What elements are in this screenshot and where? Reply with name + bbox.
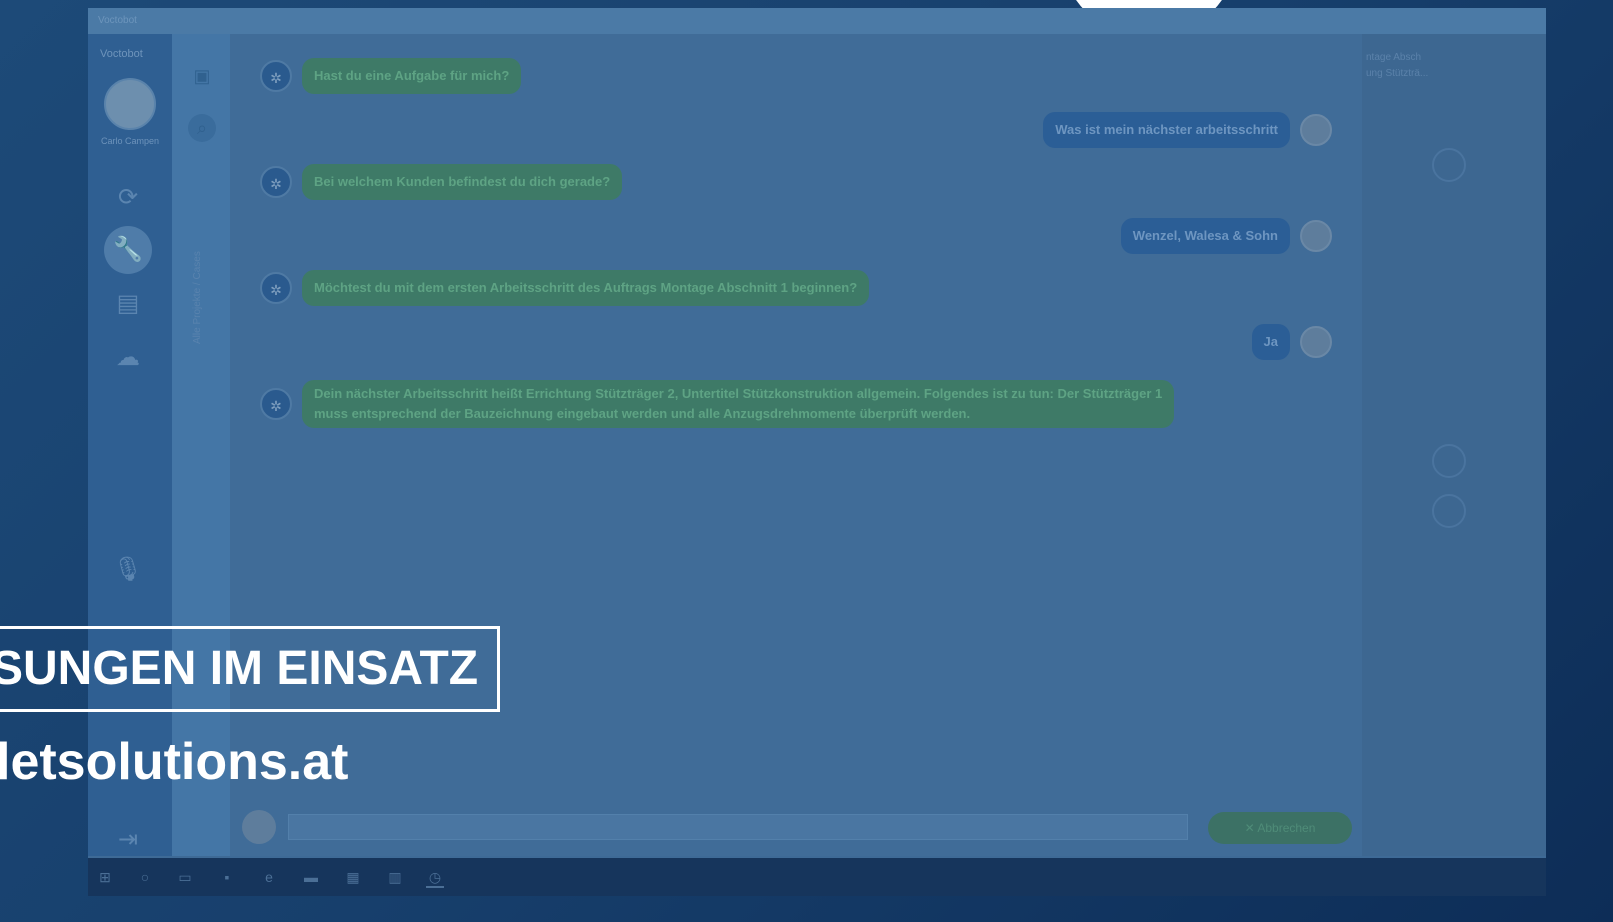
bot-bubble: Bei welchem Kunden befindest du dich ger… (302, 164, 623, 200)
logout-icon[interactable]: ⇥ (110, 822, 146, 858)
bot-avatar: ✲ (260, 166, 292, 198)
task-title-line: ung Stützträ... (1366, 68, 1429, 79)
bot-bubble: Hast du eine Aufgabe für mich? (302, 58, 522, 94)
app-logo: Voctobot (100, 48, 143, 60)
bot-bubble-line: muss entsprechend der Bauzeichnung einge… (314, 406, 971, 421)
overlay-url: letsolutions.at (0, 733, 349, 791)
close-icon: ✕ (1244, 821, 1258, 835)
chat-area: ✲ Hast du eine Aufgabe für mich? Was ist… (230, 34, 1362, 856)
taskbar: ⊞ ○ ▭ ▪ e ▬ ▦ ▥ ◷ (88, 858, 1546, 896)
sync-icon[interactable]: ⟳ (110, 180, 146, 216)
chat-message-bot: ✲ Hast du eine Aufgabe für mich? (260, 58, 522, 94)
bot-avatar: ✲ (260, 388, 292, 420)
store-icon[interactable]: ▦ (344, 868, 362, 886)
edge-icon[interactable]: e (260, 868, 278, 886)
window-title: Voctobot (98, 15, 137, 26)
bot-avatar: ✲ (260, 60, 292, 92)
cloud-icon[interactable] (1432, 148, 1466, 182)
clipboard-icon[interactable]: ▤ (110, 286, 146, 322)
document-icon[interactable]: ▥ (386, 868, 404, 886)
message-input[interactable] (288, 814, 1188, 840)
bot-bubble-line: Dein nächster Arbeitsschritt heißt Erric… (314, 386, 1163, 401)
bot-avatar: ✲ (260, 272, 292, 304)
folder-icon[interactable]: ▬ (302, 868, 320, 886)
user-bubble: Was ist mein nächster arbeitsschritt (1043, 112, 1290, 148)
projects-label[interactable]: Alle Projekte / Cases (192, 194, 208, 344)
overlay-banner: SUNGEN IM EINSATZ (0, 626, 500, 712)
add-icon[interactable] (1432, 444, 1466, 478)
cancel-button[interactable]: ✕ Abbrechen (1208, 812, 1352, 844)
mic-icon[interactable]: 🎙 (110, 552, 146, 588)
user-avatar[interactable] (104, 78, 156, 130)
chat-message-user: Wenzel, Walesa & Sohn (1120, 218, 1332, 254)
user-avatar-small (1300, 220, 1332, 252)
composer: ✕ Abbrechen (230, 800, 1362, 856)
user-bubble: Ja (1251, 324, 1290, 360)
title-bar: Voctobot (88, 8, 1546, 34)
chat-message-bot: ✲ Dein nächster Arbeitsschritt heißt Err… (260, 380, 1175, 428)
bot-bubble: Möchtest du mit dem ersten Arbeitsschrit… (302, 270, 870, 306)
user-bubble: Wenzel, Walesa & Sohn (1120, 218, 1290, 254)
search-icon[interactable]: ⌕ (188, 114, 216, 142)
user-name: Carlo Campen (100, 136, 160, 146)
chat-message-bot: ✲ Bei welchem Kunden befindest du dich g… (260, 164, 623, 200)
briefcase-icon[interactable]: ▣ (188, 62, 216, 90)
user-avatar-small (1300, 326, 1332, 358)
task-detail-panel: ntage Absch ung Stützträ... (1362, 34, 1546, 856)
cloud-icon[interactable]: ☁ (110, 340, 146, 376)
chat-message-bot: ✲ Möchtest du mit dem ersten Arbeitsschr… (260, 270, 870, 306)
bot-bubble: Dein nächster Arbeitsschritt heißt Erric… (302, 380, 1175, 428)
search-circle-icon[interactable]: ○ (136, 868, 154, 886)
windows-start-icon[interactable]: ⊞ (96, 868, 114, 886)
task-title-line: ntage Absch (1366, 52, 1422, 63)
wrench-icon[interactable]: 🔧 (104, 226, 152, 274)
chat-message-user: Ja (1251, 324, 1332, 360)
settings-icon[interactable] (1432, 494, 1466, 528)
composer-avatar (242, 810, 276, 844)
user-avatar-small (1300, 114, 1332, 146)
voctobot-taskbar-icon[interactable]: ◷ (426, 868, 444, 888)
cancel-label: Abbrechen (1257, 821, 1316, 835)
app-icon[interactable]: ▪ (218, 868, 236, 886)
chat-message-user: Was ist mein nächster arbeitsschritt (1043, 112, 1332, 148)
task-view-icon[interactable]: ▭ (176, 868, 194, 886)
